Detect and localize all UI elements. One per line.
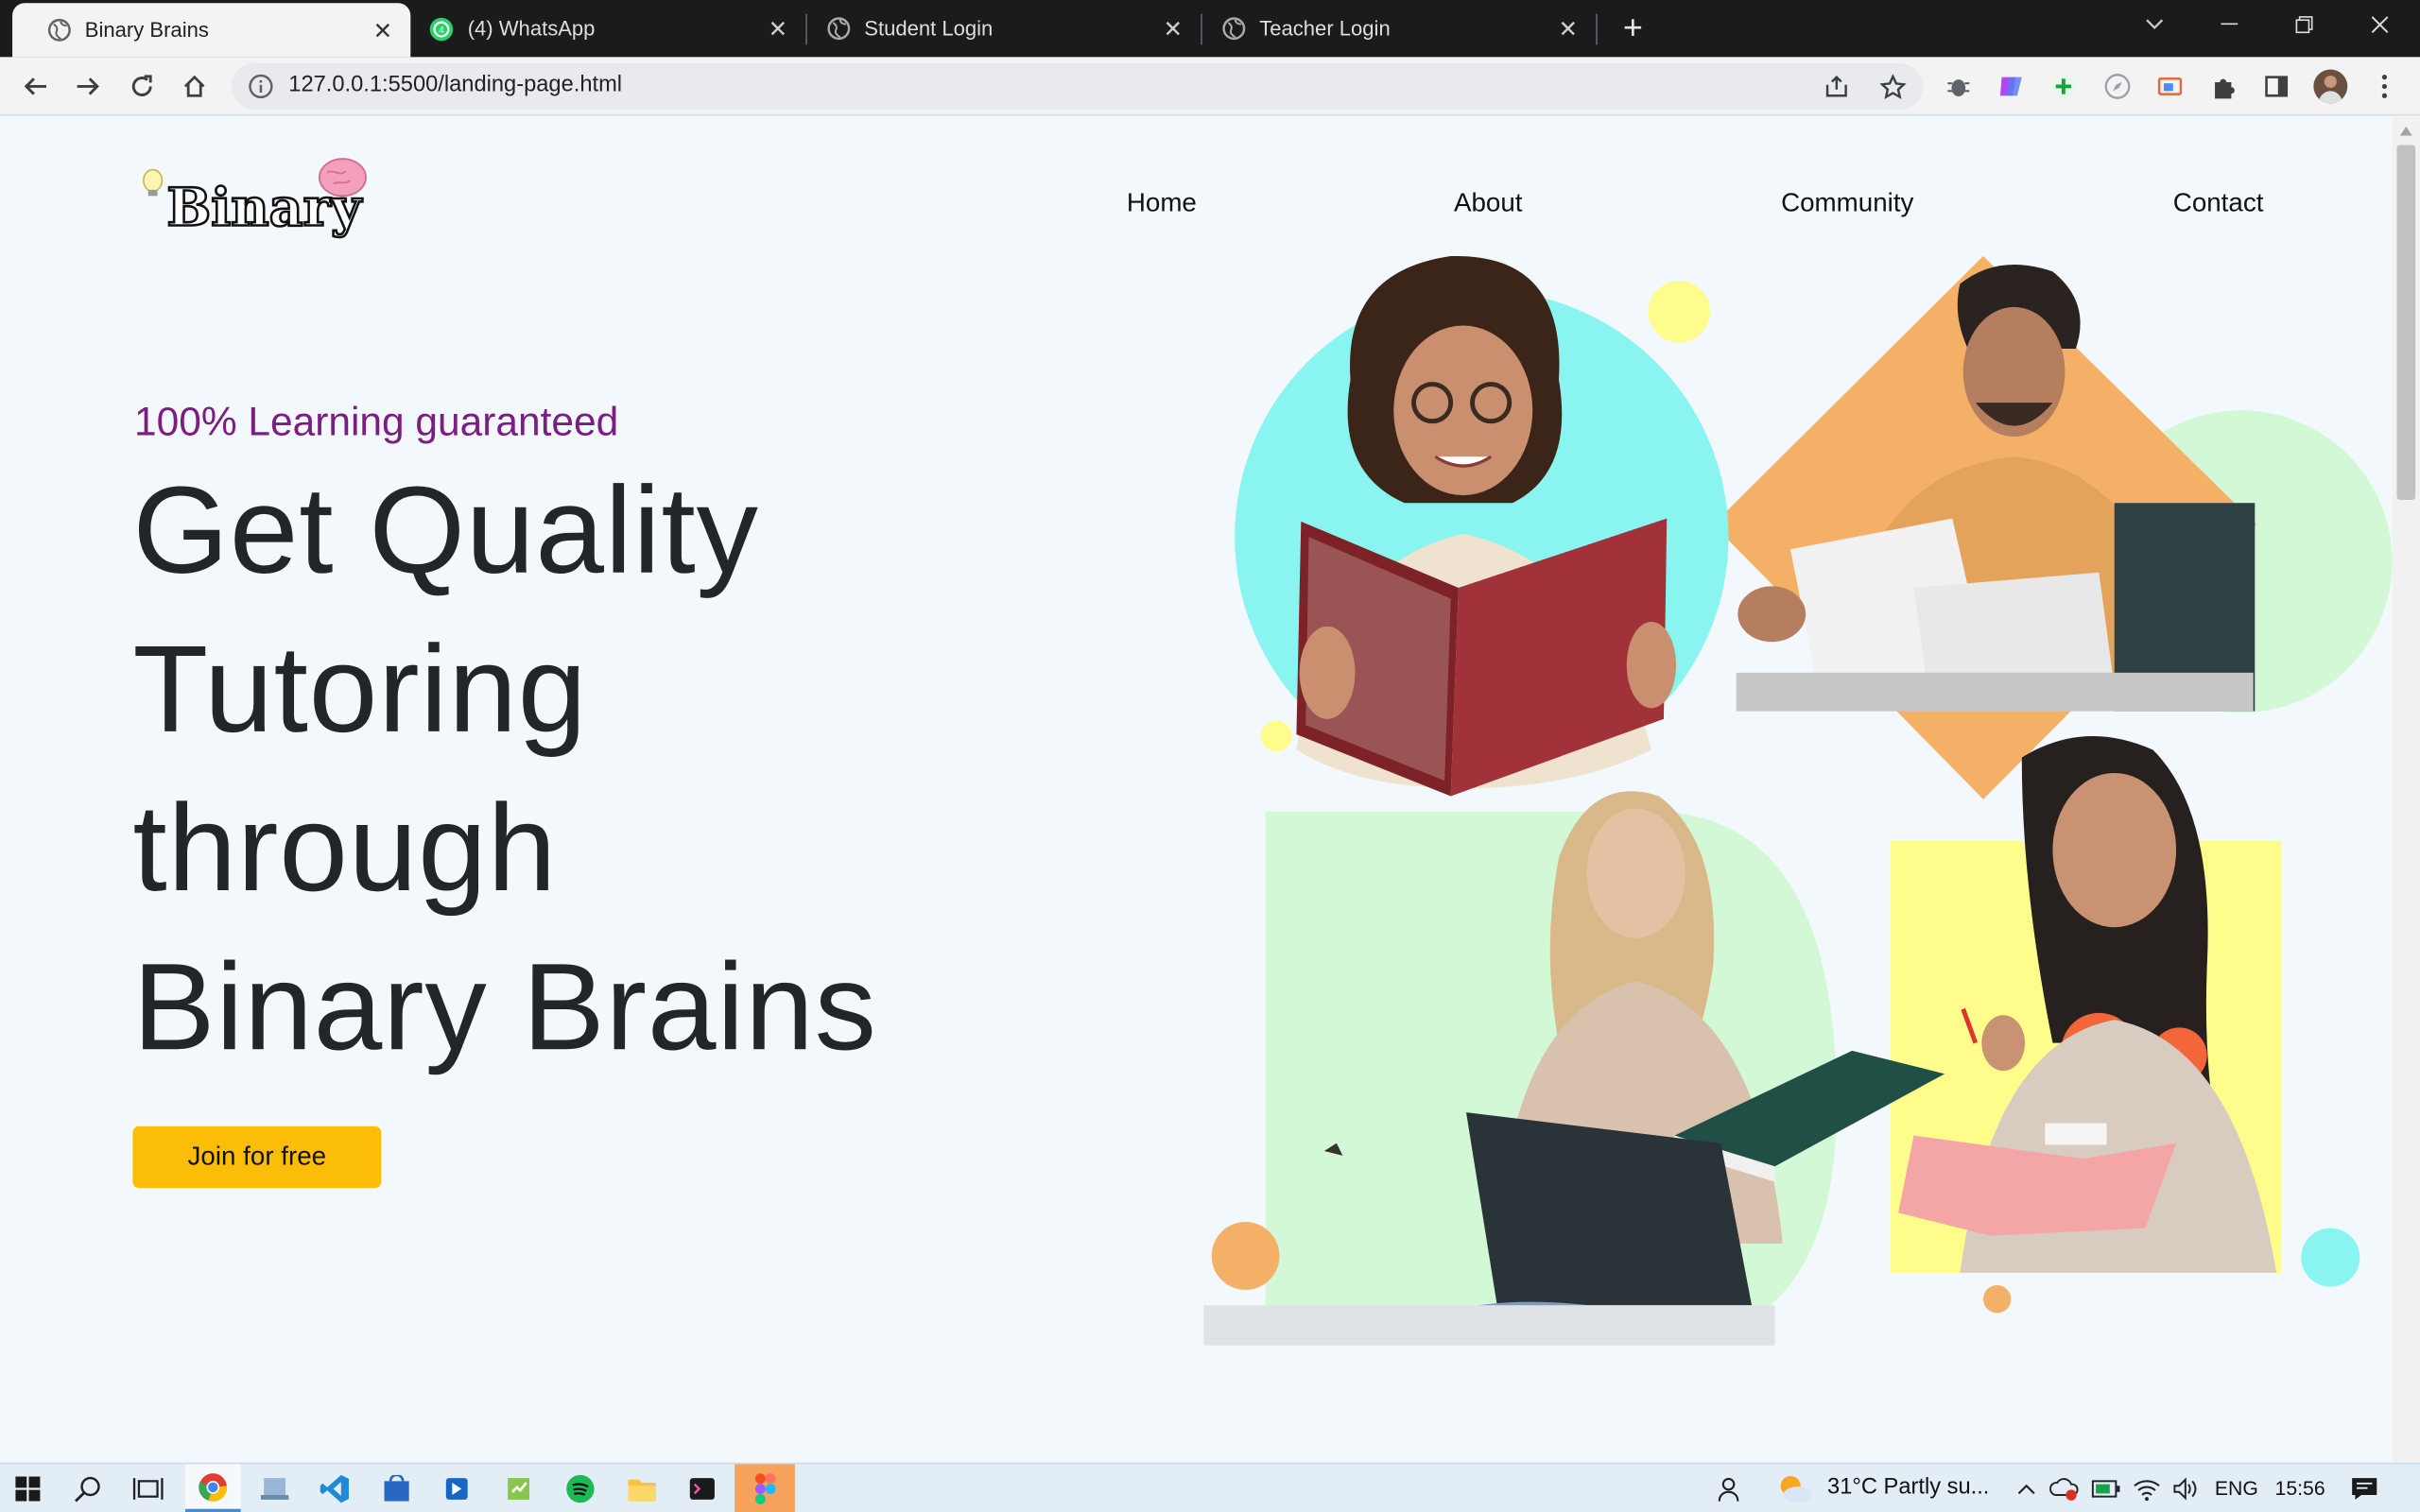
puzzle-icon[interactable]: [2208, 71, 2239, 102]
tab-title: Binary Brains: [84, 18, 209, 43]
notepad-icon[interactable]: [500, 1470, 537, 1507]
page-scrollbar[interactable]: [2392, 117, 2420, 1463]
home-button[interactable]: [173, 65, 216, 109]
url-text: 127.0.0.1:5500/landing-page.html: [288, 72, 623, 97]
people-icon[interactable]: [1710, 1470, 1747, 1507]
tab-teacher-login[interactable]: Teacher Login ✕: [1201, 0, 1596, 57]
tab-whatsapp[interactable]: 4 (4) WhatsApp ✕: [410, 0, 805, 57]
weather-text[interactable]: 31°C Partly su...: [1827, 1475, 1989, 1500]
terminal-icon[interactable]: [683, 1470, 720, 1507]
reload-icon: [131, 75, 152, 96]
tab-separator: [1596, 13, 1598, 45]
info-icon[interactable]: [247, 73, 274, 100]
kebab-menu-icon[interactable]: [2369, 71, 2400, 102]
scrollbar-thumb[interactable]: [2396, 145, 2416, 500]
hero-headline-line: Get Quality: [132, 461, 759, 599]
orange-dot-shape: [1982, 1284, 2012, 1314]
hero-collage: [1203, 255, 2393, 1346]
virtualbox-icon[interactable]: [256, 1470, 293, 1507]
cast-extension-icon[interactable]: [2154, 71, 2186, 102]
hero-headline-line: Binary Brains: [132, 937, 877, 1075]
store-icon[interactable]: [378, 1470, 415, 1507]
close-window-icon[interactable]: [2346, 0, 2414, 49]
bug-extension-icon[interactable]: [1944, 71, 1975, 102]
tab-search-chevron-icon[interactable]: [2120, 0, 2188, 49]
globe-icon: [825, 16, 850, 41]
back-button[interactable]: [14, 65, 58, 109]
globe-icon: [46, 18, 71, 43]
windows-start-icon[interactable]: [9, 1470, 46, 1507]
star-icon[interactable]: [1876, 71, 1908, 102]
figma-taskbar-button[interactable]: [735, 1464, 795, 1512]
browser-toolbar: 127.0.0.1:5500/landing-page.html: [0, 57, 2420, 116]
clock-time[interactable]: 15:56: [2275, 1476, 2325, 1499]
logo-graphic: Binary: [143, 158, 367, 240]
tab-student-login[interactable]: Student Login ✕: [805, 0, 1201, 57]
cyan-dot-shape: [2301, 1228, 2360, 1287]
battery-icon[interactable]: [2088, 1470, 2125, 1507]
chevron-up-icon[interactable]: [2008, 1470, 2045, 1507]
vscode-icon[interactable]: [317, 1470, 354, 1507]
minimize-icon[interactable]: [2195, 0, 2263, 49]
whatsapp-icon: 4: [429, 16, 454, 41]
app-icon[interactable]: [439, 1470, 475, 1507]
reload-button[interactable]: [120, 65, 164, 109]
browser-tab-strip: Binary Brains ✕ 4 (4) WhatsApp ✕ Student…: [0, 0, 2420, 58]
chrome-taskbar-button[interactable]: [184, 1464, 241, 1512]
screen: Binary Brains ✕ 4 (4) WhatsApp ✕ Student…: [0, 0, 2420, 1512]
join-for-free-button[interactable]: Join for free: [132, 1125, 382, 1189]
arrow-left-icon: [24, 77, 46, 95]
hero-tagline: 100% Learning guaranteed: [134, 398, 619, 445]
plus-extension-icon[interactable]: [2048, 71, 2080, 102]
restore-icon[interactable]: [2271, 0, 2339, 49]
hero-headline-line: Tutoring: [132, 620, 588, 758]
windows-taskbar: 31°C Partly su... ENG 15:56: [0, 1462, 2420, 1512]
avatar[interactable]: [2313, 69, 2348, 104]
spotify-icon[interactable]: [562, 1470, 598, 1507]
task-view-icon[interactable]: [130, 1470, 166, 1507]
yellow-dot-shape: [1648, 281, 1710, 343]
search-icon[interactable]: [69, 1470, 106, 1507]
wifi-icon[interactable]: [2128, 1470, 2165, 1507]
tab-binary-brains[interactable]: Binary Brains ✕: [12, 3, 411, 58]
volume-icon[interactable]: [2167, 1470, 2204, 1507]
close-tab-icon[interactable]: ✕: [766, 16, 790, 43]
address-bar[interactable]: 127.0.0.1:5500/landing-page.html: [231, 62, 1924, 110]
tab-title: (4) WhatsApp: [467, 16, 596, 41]
page-viewport: Binary Home About Community Contact 100%…: [0, 117, 2393, 1463]
logo-text: Binary: [166, 177, 363, 238]
weather-icon: [1776, 1470, 1813, 1507]
globe-icon: [1220, 16, 1245, 41]
file-explorer-icon[interactable]: [624, 1470, 661, 1507]
notifications-icon[interactable]: [2346, 1470, 2383, 1507]
side-panel-icon[interactable]: [2261, 71, 2292, 102]
svg-text:4: 4: [439, 25, 444, 35]
chrome-icon: [199, 1472, 228, 1501]
close-tab-icon[interactable]: ✕: [371, 18, 395, 44]
arrow-right-icon: [77, 77, 99, 95]
close-tab-icon[interactable]: ✕: [1161, 16, 1185, 43]
nav-about[interactable]: About: [1454, 188, 1523, 219]
close-tab-icon[interactable]: ✕: [1556, 16, 1581, 43]
tab-title: Student Login: [864, 16, 994, 41]
nav-contact[interactable]: Contact: [2173, 188, 2264, 219]
language-indicator[interactable]: ENG: [2215, 1476, 2258, 1499]
new-tab-icon[interactable]: +: [1616, 9, 1650, 46]
site-logo[interactable]: Binary: [136, 154, 383, 247]
orange-dot-shape: [1211, 1222, 1280, 1290]
scroll-up-icon: [2399, 126, 2412, 136]
nav-community[interactable]: Community: [1781, 188, 1913, 219]
yellow-dot-shape: [1260, 720, 1292, 752]
compass-extension-icon[interactable]: [2102, 71, 2134, 102]
tab-title: Teacher Login: [1259, 16, 1391, 41]
share-icon[interactable]: [1822, 71, 1853, 102]
home-icon: [183, 75, 205, 97]
forward-button[interactable]: [66, 65, 110, 109]
color-extension-icon[interactable]: [1996, 71, 2027, 102]
nav-home[interactable]: Home: [1127, 188, 1197, 219]
onedrive-error-icon[interactable]: [2047, 1470, 2083, 1507]
hero-headline-line: through: [132, 779, 558, 917]
figma-icon: [754, 1472, 775, 1504]
